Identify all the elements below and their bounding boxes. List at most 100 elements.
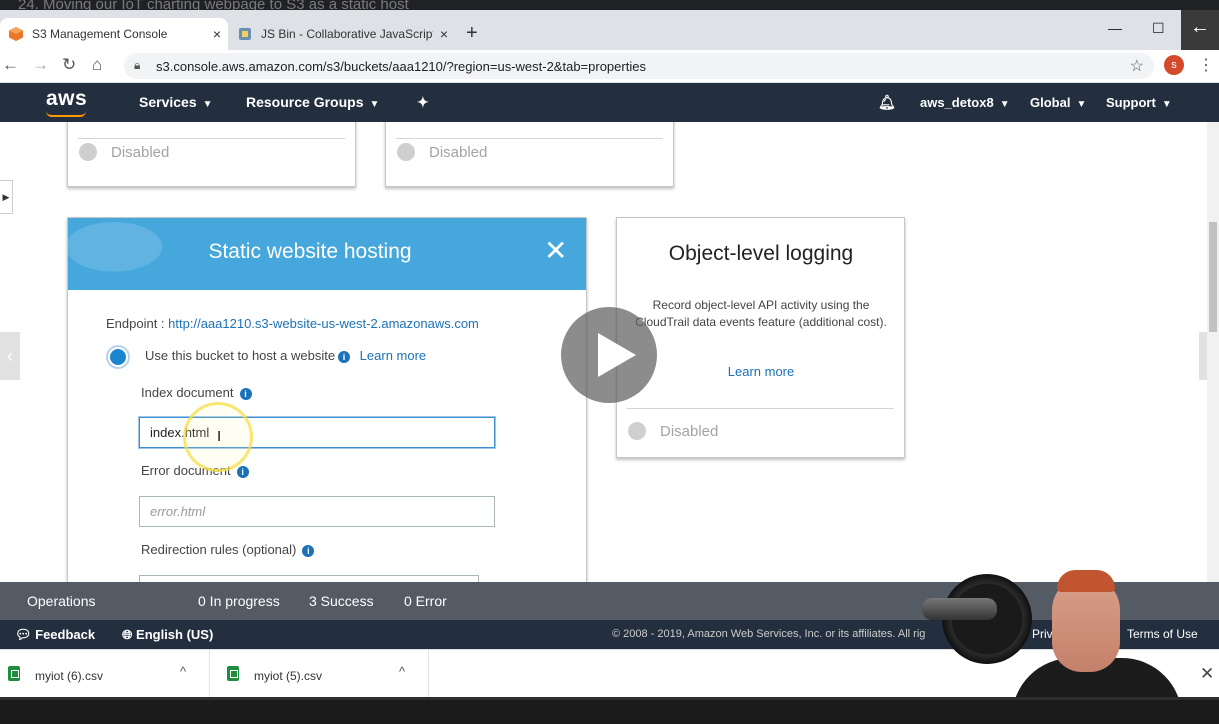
- disabled-radio: [79, 143, 97, 161]
- operations-success: 3 Success: [309, 593, 374, 609]
- address-bar[interactable]: 🔒︎ s3.console.aws.amazon.com/s3/buckets/…: [124, 53, 1154, 79]
- index-document-label: Index document: [141, 385, 234, 400]
- download-item[interactable]: myiot (6).csv ^: [0, 650, 210, 698]
- object-logging-description: Record object-level API activity using t…: [635, 298, 887, 329]
- video-title: 24. Moving our IoT charting webpage to S…: [18, 0, 409, 10]
- csv-file-icon: [227, 666, 239, 681]
- video-play-icon[interactable]: [561, 307, 657, 403]
- object-logging-title: Object-level logging: [668, 242, 854, 265]
- download-filename: myiot (6).csv: [35, 669, 104, 683]
- close-icon[interactable]: ✕: [544, 237, 567, 265]
- chevron-down-icon: ▼: [1076, 99, 1087, 110]
- sidebar-expand-icon[interactable]: ▶: [0, 180, 13, 214]
- tab-s3-console[interactable]: S3 Management Console ×: [0, 18, 228, 50]
- endpoint-label: Endpoint :: [106, 316, 165, 331]
- redirection-rules-label: Redirection rules (optional): [141, 542, 297, 557]
- feedback-button[interactable]: 💬︎ Feedback: [15, 627, 95, 643]
- services-menu[interactable]: Services ▼: [139, 94, 213, 110]
- microphone-body: [922, 598, 997, 620]
- region-menu[interactable]: Global ▼: [1030, 95, 1086, 110]
- language-selector[interactable]: 🌐︎ English (US): [122, 627, 213, 643]
- use-bucket-row: Use this bucket to host a website i Learn…: [145, 348, 426, 363]
- download-filename: myiot (5).csv: [254, 669, 323, 683]
- video-progress-bar[interactable]: [0, 697, 1219, 700]
- endpoint-link[interactable]: http://aaa1210.s3-website-us-west-2.amaz…: [168, 316, 479, 331]
- screen: 24. Moving our IoT charting webpage to S…: [0, 0, 1219, 724]
- back-icon[interactable]: ←: [2, 55, 19, 75]
- info-icon[interactable]: i: [236, 466, 249, 478]
- card-divider: [78, 138, 345, 139]
- use-bucket-radio[interactable]: [106, 345, 130, 369]
- tab-close-icon[interactable]: ×: [433, 26, 455, 42]
- tab-label: S3 Management Console: [32, 27, 168, 41]
- browser-toolbar: ← → ↻ ⌂ 🔒︎ s3.console.aws.amazon.com/s3/…: [0, 50, 1219, 83]
- tab-close-icon[interactable]: ×: [206, 26, 228, 42]
- index-document-row: Index document i: [141, 385, 252, 400]
- profile-avatar[interactable]: s: [1164, 55, 1184, 75]
- account-label: aws_detox8: [920, 95, 994, 110]
- property-card[interactable]: Disabled: [385, 122, 674, 187]
- chevron-up-icon[interactable]: ^: [180, 664, 186, 679]
- globe-icon: 🌐︎: [122, 627, 133, 642]
- new-tab-button[interactable]: +: [466, 22, 478, 45]
- learn-more-link[interactable]: Learn more: [360, 348, 426, 363]
- info-icon[interactable]: i: [239, 388, 252, 400]
- operations-in-progress: 0 In progress: [198, 593, 280, 609]
- pin-icon[interactable]: ✦: [417, 94, 429, 111]
- presenter-hair: [1057, 570, 1115, 592]
- scrollbar-thumb[interactable]: [1209, 222, 1217, 332]
- property-card[interactable]: Disabled: [67, 122, 356, 187]
- chevron-down-icon: ▼: [369, 99, 380, 110]
- chevron-down-icon: ▼: [202, 99, 213, 110]
- chevron-down-icon: ▼: [999, 99, 1010, 110]
- tab-js-bin[interactable]: JS Bin - Collaborative JavaScript D ×: [229, 18, 455, 50]
- forward-icon[interactable]: →: [32, 55, 49, 75]
- operations-label: Operations: [27, 593, 96, 609]
- browser-menu-icon[interactable]: ⋮: [1198, 55, 1214, 75]
- disabled-radio: [628, 422, 646, 440]
- object-level-logging-card[interactable]: Object-level logging Record object-level…: [616, 217, 905, 458]
- status-disabled: Disabled: [429, 144, 488, 161]
- download-item[interactable]: myiot (5).csv ^: [219, 650, 429, 698]
- redirection-rules-textarea[interactable]: [139, 575, 479, 582]
- region-label: Global: [1030, 95, 1071, 110]
- endpoint-row: Endpoint : http://aaa1210.s3-website-us-…: [106, 316, 479, 331]
- chevron-up-icon[interactable]: ^: [399, 664, 405, 679]
- page-scrollbar[interactable]: [1207, 122, 1219, 582]
- info-icon[interactable]: i: [338, 351, 351, 363]
- services-label: Services: [139, 94, 197, 110]
- disabled-radio: [397, 143, 415, 161]
- support-menu[interactable]: Support ▼: [1106, 95, 1172, 110]
- maximize-icon[interactable]: ☐: [1152, 20, 1165, 37]
- copyright-text: © 2008 - 2019, Amazon Web Services, Inc.…: [612, 628, 926, 640]
- aws-s3-favicon-icon: [9, 27, 23, 41]
- notifications-bell-icon[interactable]: 🔔︎: [878, 94, 896, 111]
- resource-groups-menu[interactable]: Resource Groups ▼: [246, 94, 379, 110]
- aws-top-nav: aws Services ▼ Resource Groups ▼ ✦ 🔔︎ aws_…: [0, 83, 1219, 122]
- feedback-bubble-icon: 💬︎: [15, 627, 32, 642]
- reload-icon[interactable]: ↻: [62, 55, 76, 75]
- aws-logo[interactable]: aws: [46, 87, 87, 111]
- static-website-hosting-card: Static website hosting ✕ Endpoint : http…: [67, 217, 587, 582]
- learn-more-link[interactable]: Learn more: [617, 364, 905, 379]
- lock-icon: 🔒︎: [134, 58, 141, 72]
- url-text: s3.console.aws.amazon.com/s3/buckets/aaa…: [156, 59, 646, 74]
- jsbin-favicon-icon: [239, 28, 251, 40]
- presenter-webcam: [912, 566, 1219, 697]
- back-arrow-icon[interactable]: ←: [1181, 10, 1219, 50]
- text-cursor-icon: I: [217, 428, 222, 445]
- info-icon[interactable]: i: [302, 545, 315, 557]
- bookmark-star-icon[interactable]: ☆: [1130, 56, 1144, 76]
- static-hosting-title: Static website hosting: [208, 240, 412, 263]
- video-player-bottom: [0, 697, 1219, 724]
- previous-lecture-icon[interactable]: ‹: [0, 332, 20, 380]
- redirection-rules-row: Redirection rules (optional) i: [141, 542, 315, 557]
- card-divider: [396, 138, 663, 139]
- error-document-input[interactable]: [139, 496, 495, 527]
- csv-file-icon: [8, 666, 20, 681]
- minimize-icon[interactable]: —: [1108, 20, 1122, 36]
- feedback-label: Feedback: [35, 627, 96, 642]
- account-menu[interactable]: aws_detox8 ▼: [920, 95, 1010, 110]
- support-label: Support: [1106, 95, 1156, 110]
- home-icon[interactable]: ⌂: [92, 55, 102, 75]
